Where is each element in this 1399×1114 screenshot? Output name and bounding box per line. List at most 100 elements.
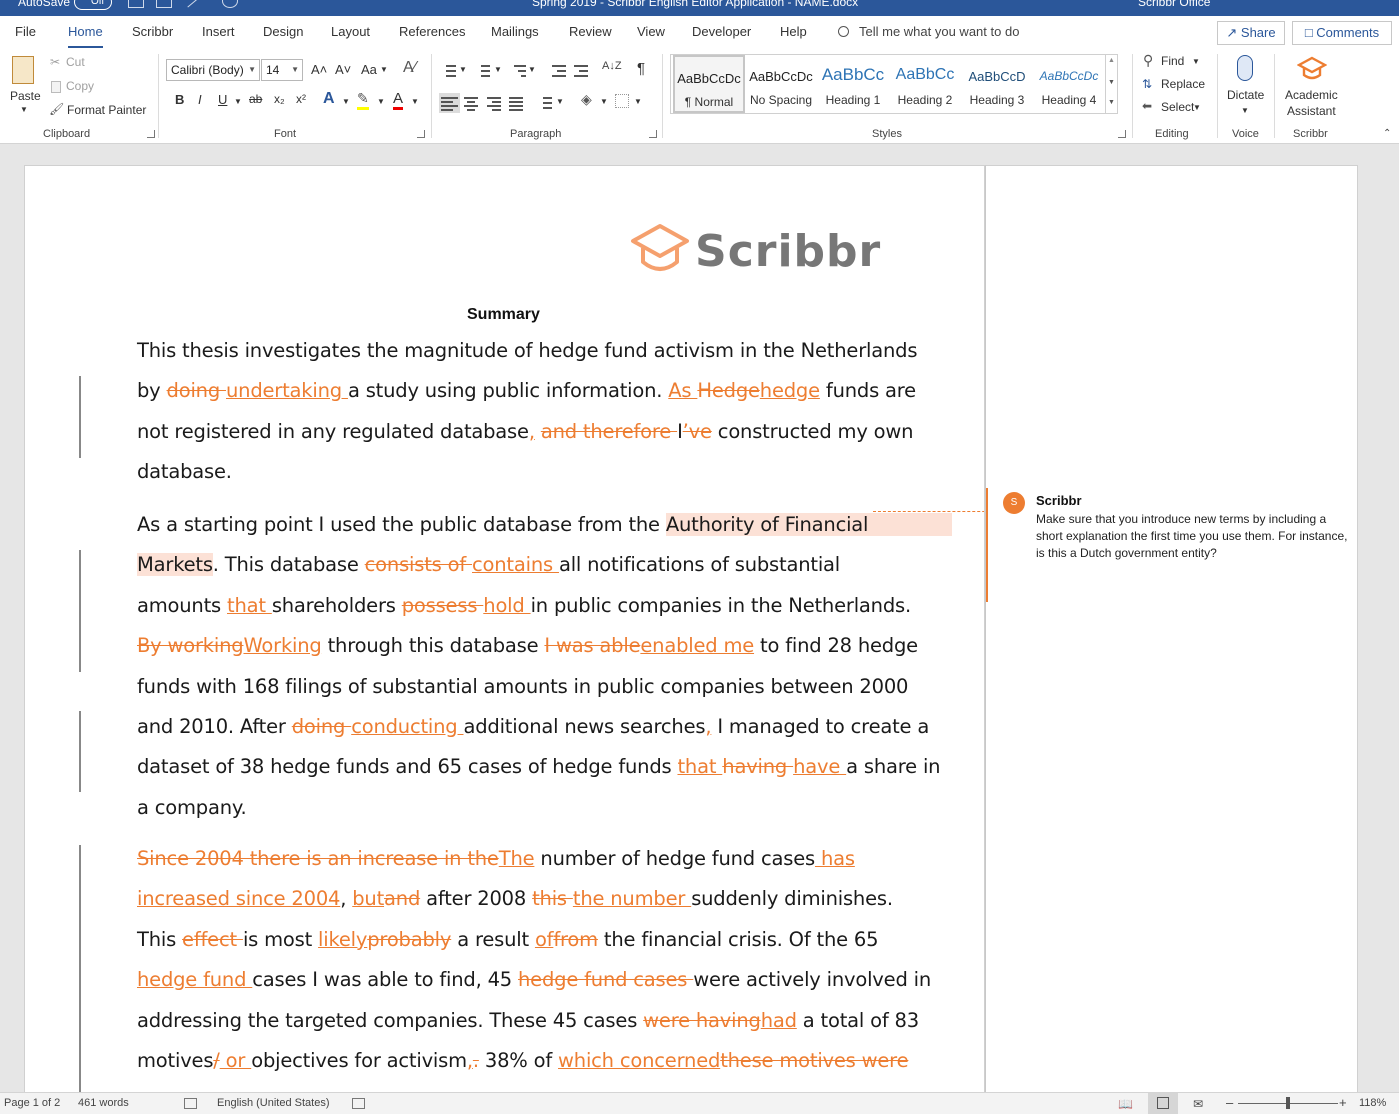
text-run[interactable]: a study using public information. [348,379,668,402]
text-run[interactable]: amounts [137,594,227,617]
inserted-text[interactable]: enabled me [640,634,754,657]
highlight-color-icon[interactable]: ✎ [357,90,369,110]
tab-view[interactable]: View [637,24,665,39]
text-run[interactable]: shareholders [272,594,402,617]
text-line[interactable]: a company. [137,788,897,828]
zoom-out-button[interactable]: – [1226,1095,1233,1110]
inserted-text[interactable]: , [529,420,535,443]
chevron-down-icon[interactable]: ▼ [1108,79,1115,86]
deleted-text[interactable]: and therefore [541,420,677,443]
tab-mailings[interactable]: Mailings [491,24,539,39]
find-button[interactable]: Find [1161,54,1184,68]
comment-text[interactable]: Make sure that you introduce new terms b… [1036,511,1352,562]
inserted-text[interactable]: As [668,379,697,402]
inserted-text[interactable]: that [677,755,722,778]
inserted-text[interactable]: Working [243,634,321,657]
copy-button[interactable]: Copy [66,79,94,93]
deleted-text[interactable]: this [532,887,573,910]
deleted-text[interactable]: consists of [365,553,472,576]
text-run[interactable]: not registered in any regulated database [137,420,529,443]
text-run[interactable]: 38% of [479,1049,558,1072]
style-no-spacing[interactable]: AaBbCcDc No Spacing [745,55,817,113]
styles-more-icon[interactable]: ▼ [1108,99,1115,106]
select-button[interactable]: Select [1161,100,1194,114]
chevron-up-icon[interactable]: ▲ [1108,57,1115,64]
line-spacing-icon[interactable] [536,95,554,111]
inserted-text[interactable]: increased since 2004 [137,887,340,910]
text-line[interactable]: increased since 2004, butand after 2008 … [137,879,897,919]
shrink-font-button[interactable]: A˅ [335,62,351,77]
inserted-text[interactable]: likely [318,928,367,951]
tab-home[interactable]: Home [68,24,103,49]
inserted-text[interactable]: have [793,755,846,778]
deleted-text[interactable]: doing [167,379,226,402]
tell-me-search[interactable]: Tell me what you want to do [838,24,1019,39]
inserted-text[interactable]: has [815,847,855,870]
page-count[interactable]: Page 1 of 2 [4,1097,60,1109]
text-line[interactable]: Since 2004 there is an increase in theTh… [137,839,897,879]
text-run[interactable]: a company. [137,796,247,819]
text-run[interactable]: a total of 83 [797,1009,919,1032]
text-line[interactable]: funds with 168 filings of substantial am… [137,667,908,707]
web-layout-icon[interactable]: ✉ [1193,1097,1203,1111]
tab-insert[interactable]: Insert [202,24,235,39]
microphone-icon[interactable] [1237,55,1253,81]
inserted-text[interactable]: or [220,1049,252,1072]
justify-icon[interactable] [507,95,525,111]
collapse-ribbon-icon[interactable]: ⌃ [1383,128,1391,139]
text-run[interactable]: As a starting point I used the public da… [137,513,666,536]
style-heading-4[interactable]: AaBbCcDc Heading 4 [1033,55,1105,113]
redo-icon[interactable] [222,0,238,8]
text-line[interactable]: motives/ or objectives for activism,. 38… [137,1041,909,1081]
subscript-button[interactable]: x₂ [274,92,285,106]
text-run[interactable]: the financial crisis. Of the 65 [598,928,879,951]
tab-file[interactable]: File [15,24,36,39]
language-status[interactable]: English (United States) [217,1097,330,1109]
text-run[interactable]: in public companies in the Netherlands. [531,594,912,617]
style-heading-3[interactable]: AaBbCcD Heading 3 [961,55,1033,113]
text-run[interactable]: motives [137,1049,213,1072]
paste-button[interactable]: Paste [10,89,41,103]
academic-assistant-label-1[interactable]: Academic [1285,88,1338,102]
touch-mode-icon[interactable] [156,0,172,8]
inserted-text[interactable]: hedge fund [137,968,252,991]
macro-record-icon[interactable] [352,1098,365,1109]
underline-button[interactable]: U [218,92,227,107]
document-page[interactable]: Scribbr Summary This thesis investigates… [24,165,985,1095]
deleted-text[interactable]: Since 2004 there is an increase in the [137,847,499,870]
tab-references[interactable]: References [399,24,465,39]
clipboard-launcher-icon[interactable] [147,130,155,138]
text-run[interactable]: cases I was able to find, 45 [252,968,518,991]
deleted-text[interactable]: and [384,887,420,910]
draw-icon[interactable] [187,0,209,16]
borders-icon[interactable] [615,94,629,108]
italic-button[interactable]: I [198,92,202,107]
commented-text[interactable]: Markets [137,553,213,577]
strikethrough-button[interactable]: ab [249,92,262,106]
tab-layout[interactable]: Layout [331,24,370,39]
replace-button[interactable]: Replace [1161,77,1205,91]
align-center-icon[interactable] [462,95,480,111]
academic-assistant-label-2[interactable]: Assistant [1287,104,1336,118]
tab-design[interactable]: Design [263,24,303,39]
deleted-text[interactable]: having [722,755,793,778]
paste-dropdown-icon[interactable]: ▼ [20,105,28,114]
document-heading[interactable]: Summary [467,306,540,324]
text-line[interactable]: by doing undertaking a study using publi… [137,371,916,411]
text-run[interactable]: all notifications of substantial [559,553,840,576]
text-run[interactable]: funds with 168 filings of substantial am… [137,675,908,698]
share-button[interactable]: ↗ Share [1217,21,1285,45]
text-line[interactable]: As a starting point I used the public da… [137,505,953,545]
proofing-icon[interactable] [184,1098,197,1109]
comments-button[interactable]: □ Comments [1292,21,1392,45]
word-count[interactable]: 461 words [78,1097,129,1109]
text-run[interactable]: by [137,379,167,402]
styles-scroll[interactable]: ▲ ▼ ▼ [1105,55,1117,113]
text-line[interactable]: database. [137,452,897,492]
zoom-slider-thumb[interactable] [1286,1097,1290,1109]
style-normal[interactable]: AaBbCcDc ¶ Normal [673,55,745,113]
text-run[interactable]: objectives for activism [251,1049,467,1072]
deleted-text[interactable]: doing [292,715,351,738]
deleted-text[interactable]: hedge fund cases [518,968,693,991]
deleted-text[interactable]: these motives were [720,1049,908,1072]
